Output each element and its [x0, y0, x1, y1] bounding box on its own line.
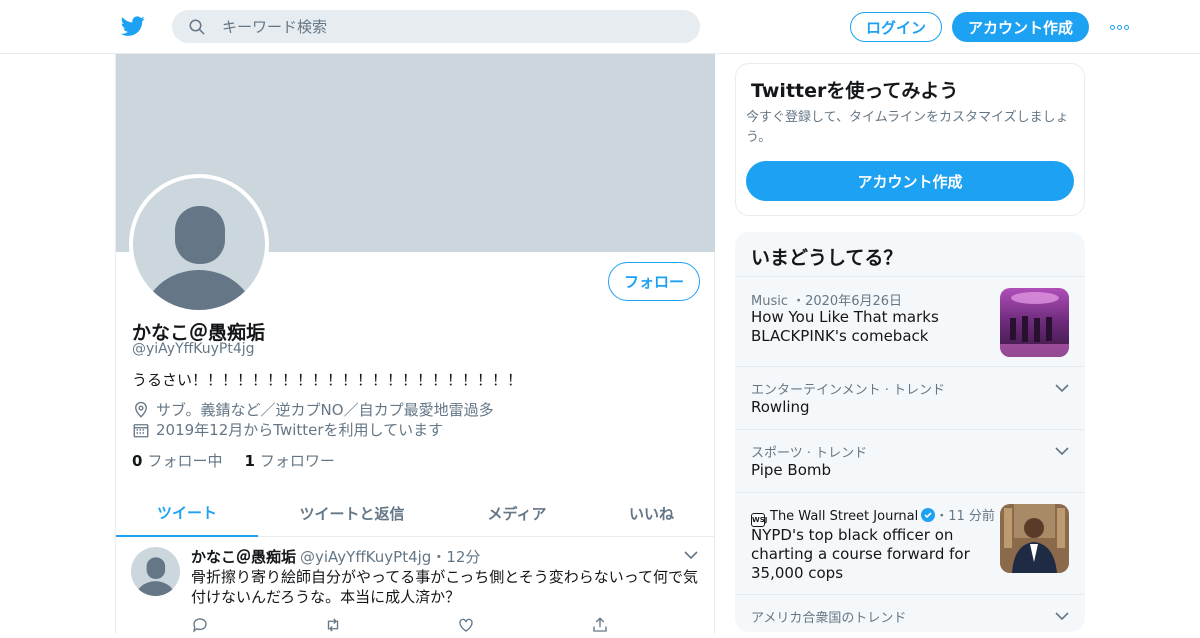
search-icon	[189, 19, 205, 35]
followers-stat[interactable]: 1 フォロワー	[244, 450, 334, 471]
chevron-down-icon[interactable]	[684, 550, 698, 560]
profile-column: フォロー かなこ＠愚痴垢 @yiAyYffKuyPt4jg うるさい！！！！！！…	[115, 54, 715, 634]
profile-tabs: ツイート ツイートと返信 メディア いいね	[116, 490, 715, 537]
profile-bio: うるさい！！！！！！！！！！！！！！！！！！！！！！	[132, 371, 523, 389]
retweet-icon[interactable]	[324, 616, 342, 634]
share-icon[interactable]	[591, 616, 609, 634]
chevron-down-icon[interactable]	[1055, 383, 1069, 393]
follow-button[interactable]: フォロー	[608, 262, 700, 301]
blackpink-photo	[1000, 288, 1069, 357]
tweet-author-name[interactable]: かなこ＠愚痴垢	[191, 548, 296, 566]
trend-time: ・11 分前	[935, 509, 995, 524]
wsj-logo-icon: WSJ	[751, 513, 767, 527]
tweet-header: かなこ＠愚痴垢 @yiAyYffKuyPt4jg・12分	[191, 546, 480, 567]
chevron-down-icon[interactable]	[1055, 611, 1069, 621]
trend-meta: Music ・2020年6月26日	[751, 294, 903, 309]
tweet-author-handle[interactable]: @yiAyYffKuyPt4jg	[300, 548, 431, 566]
search-box[interactable]	[172, 10, 700, 43]
profile-stats: 0 フォロー中 1 フォロワー	[132, 450, 335, 471]
signup-card-desc: 今すぐ登録して、タイムラインをカスタマイズしましょう。	[746, 110, 1069, 145]
following-stat[interactable]: 0 フォロー中	[132, 450, 222, 471]
trend-meta: エンターテインメント · トレンド	[751, 383, 946, 398]
signup-card-button[interactable]: アカウント作成	[746, 161, 1074, 201]
followers-label: フォロワー	[259, 452, 335, 470]
profile-handle: @yiAyYffKuyPt4jg	[132, 341, 255, 357]
signup-card: Twitterを使ってみよう 今すぐ登録して、タイムラインをカスタマイズしましょ…	[735, 63, 1085, 216]
trend-title: Rowling	[751, 398, 810, 416]
signup-card-title: Twitterを使ってみよう	[751, 80, 959, 102]
trends-title: いまどうしてる？	[751, 247, 903, 269]
tab-likes[interactable]: いいね	[588, 490, 715, 537]
calendar-icon	[133, 423, 149, 437]
following-label: フォロー中	[147, 452, 223, 470]
trend-meta: アメリカ合衆国のトレンド	[751, 611, 907, 626]
trend-image	[1000, 288, 1069, 357]
tweet-separator: ・	[431, 548, 447, 566]
more-menu-icon[interactable]	[1106, 16, 1132, 38]
trend-source-line: WSJ The Wall Street Journal ・11 分前	[751, 505, 995, 527]
verified-badge-icon	[921, 508, 936, 522]
tweet-avatar[interactable]	[131, 547, 180, 596]
trend-title: How You Like That marks BLACKPINK's come…	[751, 308, 939, 345]
trend-item[interactable]: アメリカ合衆国のトレンド	[735, 594, 1085, 632]
followers-count: 1	[244, 452, 255, 470]
trend-meta: スポーツ · トレンド	[751, 446, 868, 461]
profile-joined: 2019年12月からTwitterを利用しています	[132, 419, 443, 440]
login-button[interactable]: ログイン	[850, 12, 942, 42]
joined-text: 2019年12月からTwitterを利用しています	[156, 421, 444, 439]
officer-photo	[1000, 504, 1069, 573]
trend-source: The Wall Street Journal	[770, 509, 919, 524]
tab-media[interactable]: メディア	[446, 490, 588, 537]
default-avatar-icon	[144, 206, 254, 310]
trend-image	[1000, 504, 1069, 573]
chevron-down-icon[interactable]	[1055, 446, 1069, 456]
trend-title: NYPD's top black officer on charting a c…	[751, 526, 970, 582]
tweet-actions	[191, 616, 621, 636]
tweet-text: 骨折擦り寄り絵師自分がやってる事がこっち側とそう変わらないって何で気付けないんだ…	[191, 568, 699, 606]
tweet[interactable]: かなこ＠愚痴垢 @yiAyYffKuyPt4jg・12分 骨折擦り寄り絵師自分がや…	[116, 537, 715, 637]
trend-title: Pipe Bomb	[751, 461, 832, 479]
tweet-time[interactable]: 12分	[446, 548, 480, 566]
search-input[interactable]	[222, 10, 682, 43]
tab-tweets-replies[interactable]: ツイートと返信	[258, 490, 446, 537]
following-count: 0	[132, 452, 143, 470]
tab-tweets[interactable]: ツイート	[116, 490, 258, 537]
reply-icon[interactable]	[191, 616, 209, 634]
twitter-logo-icon[interactable]	[120, 14, 146, 38]
trend-item[interactable]: エンターテインメント · トレンド Rowling	[735, 366, 1085, 429]
trend-item[interactable]: Music ・2020年6月26日 How You Like That mark…	[735, 276, 1085, 366]
default-avatar-icon	[135, 557, 176, 596]
signup-button[interactable]: アカウント作成	[952, 12, 1089, 42]
location-icon	[135, 401, 147, 418]
profile-avatar[interactable]	[129, 174, 269, 314]
profile-location: サブ。義錆など／逆カプNO／自カプ最愛地雷過多	[132, 399, 494, 420]
trend-item[interactable]: スポーツ · トレンド Pipe Bomb	[735, 429, 1085, 492]
location-text: サブ。義錆など／逆カプNO／自カプ最愛地雷過多	[156, 401, 494, 419]
trends-panel: いまどうしてる？ Music ・2020年6月26日 How You Like …	[735, 232, 1085, 632]
trend-item[interactable]: WSJ The Wall Street Journal ・11 分前 NYPD's …	[735, 492, 1085, 594]
top-bar: ログイン アカウント作成	[0, 0, 1200, 54]
like-icon[interactable]	[457, 616, 475, 634]
